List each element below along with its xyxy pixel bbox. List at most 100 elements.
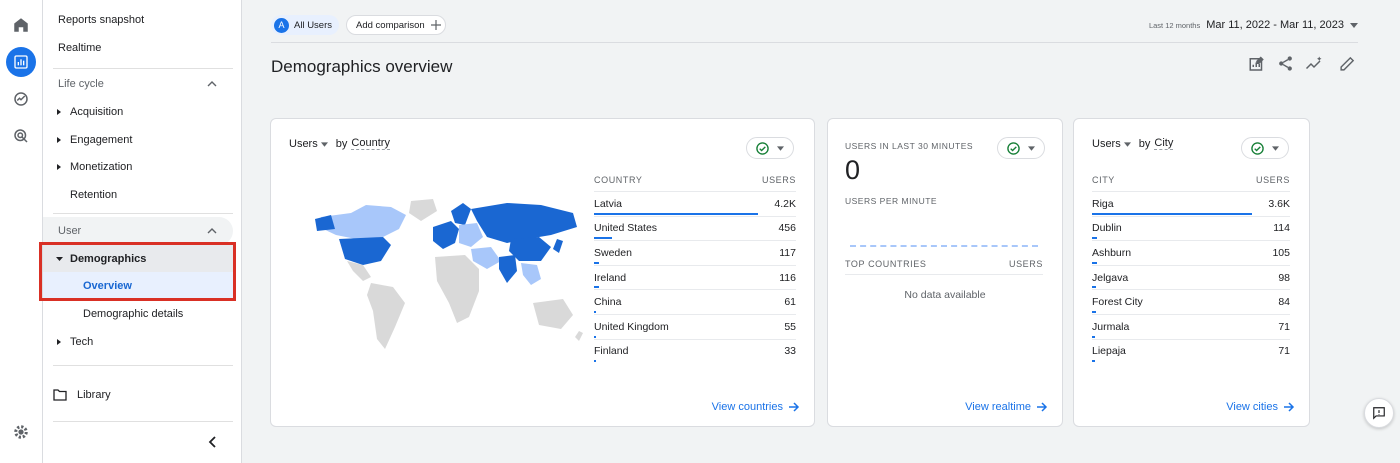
status-dropdown[interactable]: [1241, 137, 1289, 159]
nav-realtime[interactable]: Realtime: [43, 34, 233, 62]
nav-library[interactable]: Library: [43, 381, 233, 409]
row-name: Riga: [1092, 197, 1114, 210]
metric-selector[interactable]: Users: [289, 138, 328, 150]
nav-demographics[interactable]: Demographics: [43, 245, 233, 273]
reports-icon[interactable]: [6, 47, 36, 77]
table-row[interactable]: Ashburn 105: [1092, 240, 1290, 265]
nav-reports-snapshot[interactable]: Reports snapshot: [43, 6, 233, 34]
nav-acquisition[interactable]: Acquisition: [43, 98, 233, 126]
nav-retention-label: Retention: [70, 189, 118, 201]
view-countries-link[interactable]: View countries: [712, 401, 800, 413]
share-icon[interactable]: [1277, 55, 1294, 77]
dimension-selector[interactable]: Country: [351, 137, 390, 150]
status-dropdown[interactable]: [997, 137, 1045, 159]
view-countries-label: View countries: [711, 401, 783, 413]
dimension-selector[interactable]: City: [1154, 137, 1174, 150]
table-row[interactable]: Sweden 117: [594, 240, 796, 265]
nav-engagement[interactable]: Engagement: [43, 126, 233, 154]
row-value: 456: [778, 222, 796, 235]
date-range-picker[interactable]: Last 12 months Mar 11, 2022 - Mar 11, 20…: [1149, 19, 1358, 31]
table-row[interactable]: Dublin 114: [1092, 215, 1290, 241]
row-name: China: [594, 296, 622, 309]
row-name: Jelgava: [1092, 271, 1129, 284]
page-title: Demographics overview: [271, 57, 453, 76]
insights-icon[interactable]: [1304, 55, 1324, 78]
table-row[interactable]: Finland 33: [594, 338, 796, 364]
table-row[interactable]: United Kingdom 55: [594, 314, 796, 339]
caret-right-icon: [48, 164, 70, 170]
advertising-icon[interactable]: [6, 121, 36, 151]
edit-pencil-icon[interactable]: [1339, 55, 1356, 77]
users-by-city-card: Users by City CITY USERS Riga 3.6K Dublin 1…: [1073, 118, 1310, 427]
map-scandinavia: [451, 203, 471, 225]
nav-section-lifecycle[interactable]: Life cycle: [43, 70, 233, 98]
row-name: Forest City: [1092, 296, 1143, 309]
home-icon[interactable]: [6, 10, 36, 40]
table-row[interactable]: China 61: [594, 289, 796, 314]
row-value: 61: [784, 296, 796, 309]
users-by-country-card: Users by Country COUNTRY USERS Latvia 4.…: [270, 118, 815, 427]
caret-down-icon: [48, 256, 70, 262]
segment-chip-all-users[interactable]: A All Users: [271, 15, 339, 35]
realtime-header: USERS IN LAST 30 MINUTES: [845, 141, 974, 151]
chevron-up-icon: [207, 81, 217, 87]
nav-overview[interactable]: Overview: [43, 272, 233, 300]
feedback-icon: [1373, 407, 1385, 420]
row-name: United Kingdom: [594, 320, 669, 333]
table-row[interactable]: Riga 3.6K: [1092, 191, 1290, 216]
city-table-header: CITY USERS: [1092, 175, 1290, 185]
nav-tech-label: Tech: [70, 336, 94, 348]
view-cities-link[interactable]: View cities: [1226, 401, 1295, 413]
table-row[interactable]: Forest City 84: [1092, 289, 1290, 314]
table-row[interactable]: Jelgava 98: [1092, 264, 1290, 290]
users-per-minute-label: USERS PER MINUTE: [845, 196, 938, 206]
nav-library-label: Library: [77, 389, 111, 401]
nav-demographics-label: Demographics: [70, 253, 147, 265]
table-row[interactable]: Ireland 116: [594, 264, 796, 290]
map-greenland: [409, 199, 437, 221]
by-label: by: [335, 137, 348, 150]
nav-retention[interactable]: Retention: [43, 181, 233, 209]
nav-divider: [53, 365, 233, 366]
row-value: 33: [784, 345, 796, 358]
map-russia: [471, 203, 577, 243]
row-value-bar: [594, 286, 599, 289]
view-realtime-link[interactable]: View realtime: [965, 401, 1048, 413]
settings-icon[interactable]: [6, 417, 36, 447]
row-name: Ashburn: [1092, 246, 1132, 259]
view-realtime-label: View realtime: [965, 401, 1031, 413]
nav-tech[interactable]: Tech: [43, 328, 233, 356]
city-card-title: Users by City: [1092, 137, 1174, 150]
chevron-left-icon: [208, 436, 216, 448]
table-row[interactable]: Latvia 4.2K: [594, 191, 796, 216]
table-row[interactable]: United States 456: [594, 215, 796, 241]
left-rail: [0, 0, 43, 463]
dropdown-arrow-icon: [1028, 145, 1035, 151]
table-row[interactable]: Liepaja 71: [1092, 338, 1290, 364]
row-value: 84: [1278, 296, 1290, 309]
customize-report-icon[interactable]: [1248, 55, 1266, 78]
nav-demographic-details[interactable]: Demographic details: [43, 300, 233, 328]
row-value: 71: [1278, 345, 1290, 358]
add-comparison-button[interactable]: Add comparison: [346, 15, 446, 35]
row-value: 71: [1278, 320, 1290, 333]
feedback-button[interactable]: [1364, 398, 1394, 428]
nav-monetization[interactable]: Monetization: [43, 153, 233, 181]
row-name: Finland: [594, 345, 629, 358]
metric-selector[interactable]: Users: [1092, 138, 1131, 150]
row-value-bar: [594, 310, 596, 313]
row-value: 3.6K: [1268, 197, 1290, 210]
add-comparison-label: Add comparison: [356, 19, 425, 31]
status-dropdown[interactable]: [746, 137, 794, 159]
table-divider: [845, 274, 1043, 275]
nav-divider: [53, 421, 233, 422]
date-range-label: Last 12 months: [1148, 20, 1201, 30]
row-value: 4.2K: [774, 197, 796, 210]
table-row[interactable]: Jurmala 71: [1092, 314, 1290, 339]
nav-section-user[interactable]: User: [43, 217, 233, 245]
explore-icon[interactable]: [6, 84, 36, 114]
collapse-nav-button[interactable]: [203, 432, 223, 452]
map-usa: [339, 237, 391, 265]
map-south-america: [367, 283, 405, 349]
main-content: A All Users Add comparison Last 12 month…: [243, 0, 1400, 463]
